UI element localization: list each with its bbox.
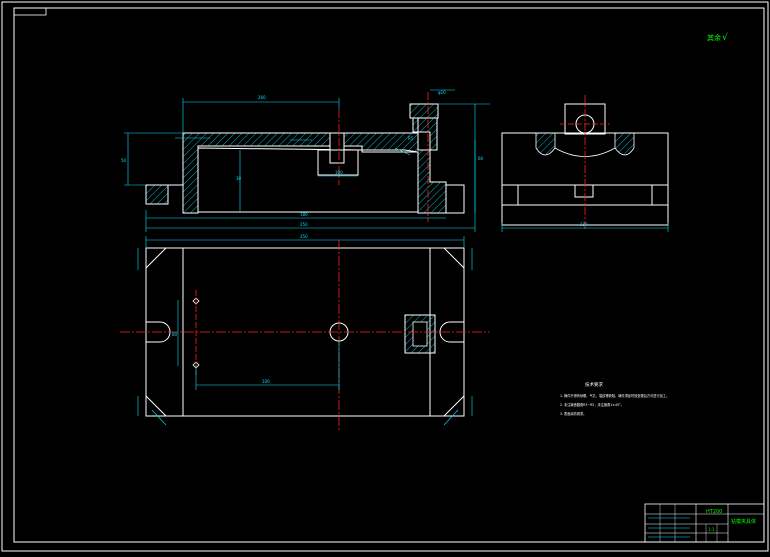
svg-text:60: 60 bbox=[478, 156, 484, 161]
title-scale: 1:1 bbox=[708, 527, 715, 532]
roughness-note-text: 其余 bbox=[707, 33, 721, 42]
side-view: 180 bbox=[501, 95, 669, 232]
svg-text:R5: R5 bbox=[408, 136, 414, 141]
svg-text:50: 50 bbox=[121, 158, 127, 163]
front-section-view: 260 180 250 50 30 100 60 φ10 R5 bbox=[121, 89, 490, 232]
svg-text:80: 80 bbox=[172, 332, 178, 337]
center-slot bbox=[329, 132, 345, 164]
sheet-border bbox=[1, 1, 769, 552]
inner-cavity bbox=[197, 147, 419, 213]
top-bushing bbox=[409, 103, 439, 119]
svg-text:180: 180 bbox=[580, 222, 588, 227]
svg-text:260: 260 bbox=[258, 95, 266, 100]
svg-text:30: 30 bbox=[236, 176, 242, 181]
technical-requirements: 技术要求 1. 铸件不得有砂眼、气孔、裂纹等缺陷，铸件须经时效处理后方可进行加工… bbox=[560, 381, 669, 416]
roughness-symbol: √ bbox=[722, 32, 728, 43]
plan-dim-values: 250 100 80 bbox=[172, 234, 308, 384]
top-plan-view: 250 100 80 bbox=[120, 234, 490, 430]
tech-req-title: 技术要求 bbox=[585, 381, 603, 388]
tech-req-item-3: 3. 表面涂防锈漆。 bbox=[560, 411, 586, 416]
right-foot bbox=[445, 184, 465, 214]
svg-text:100: 100 bbox=[262, 379, 270, 384]
svg-text:180: 180 bbox=[300, 212, 308, 217]
svg-text:φ10: φ10 bbox=[438, 90, 446, 95]
svg-text:100: 100 bbox=[335, 170, 343, 175]
title-material: HT200 bbox=[706, 509, 722, 515]
svg-text:250: 250 bbox=[300, 222, 308, 227]
roughness-note: 其余 √ bbox=[707, 32, 728, 43]
title-block: HT200 钻模夹具体 1:1 bbox=[644, 503, 765, 543]
svg-text:250: 250 bbox=[300, 234, 308, 239]
cad-drawing-canvas: 其余 √ 260 180 250 50 30 100 60 φ10 R5 180… bbox=[0, 0, 770, 553]
tech-req-item-2: 2. 未注铸造圆角R3~R5，未注倒角1×45°。 bbox=[560, 402, 624, 407]
cad-drawing: 其余 √ 260 180 250 50 30 100 60 φ10 R5 180… bbox=[1, 1, 769, 552]
tech-req-item-1: 1. 铸件不得有砂眼、气孔、裂纹等缺陷，铸件须经时效处理后方可进行加工。 bbox=[560, 393, 669, 398]
title-drawing-name: 钻模夹具体 bbox=[731, 518, 756, 525]
